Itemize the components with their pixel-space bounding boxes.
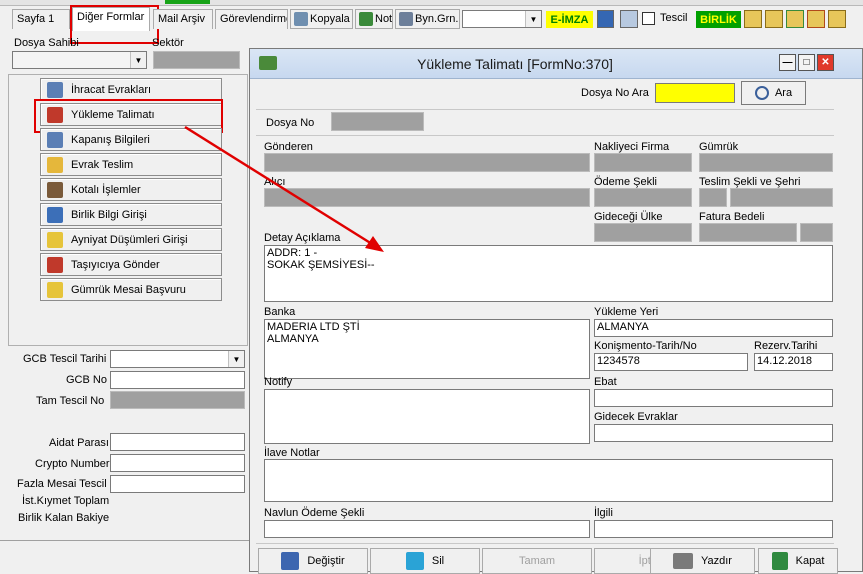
arrow-head: [365, 236, 384, 252]
annotation-arrow: [184, 125, 384, 252]
arrow-line: [184, 125, 381, 251]
